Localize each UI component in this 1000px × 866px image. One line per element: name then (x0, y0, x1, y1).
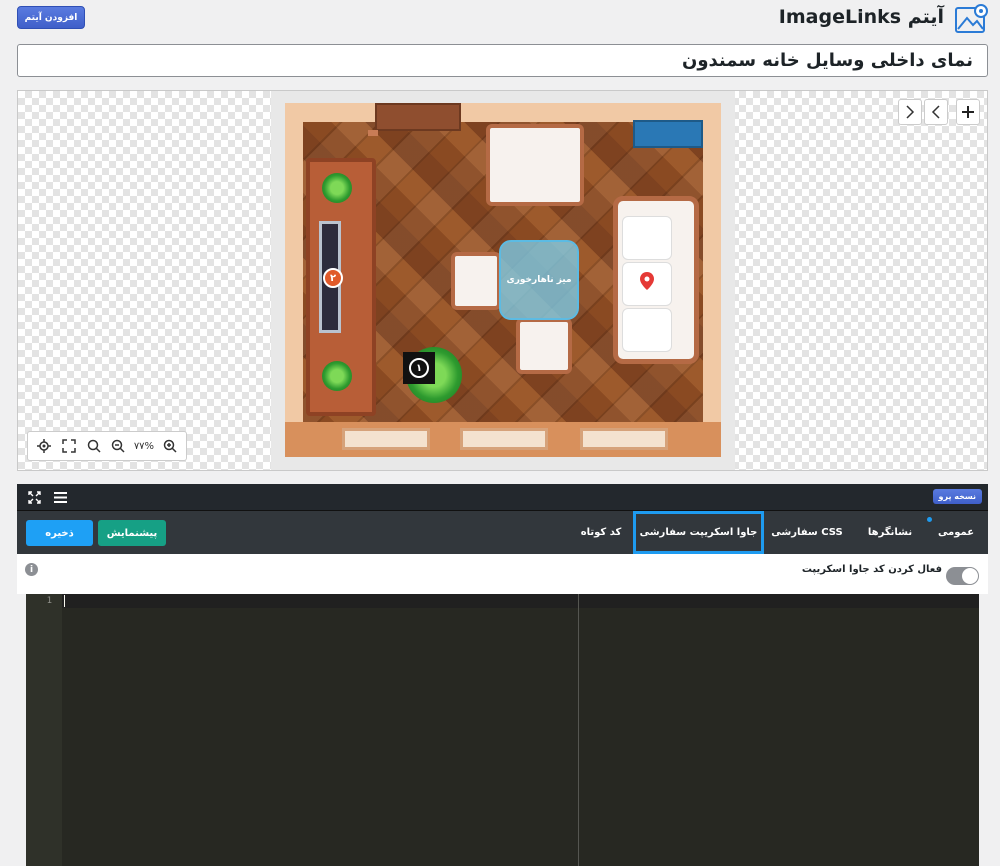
plus-icon[interactable] (956, 99, 980, 125)
marker-label: ۱ (409, 358, 429, 378)
line-number: 1 (46, 596, 52, 606)
print-margin (578, 594, 579, 866)
hotspot-dining-table[interactable]: میز ناهارخوری (499, 240, 579, 320)
plant-icon (322, 361, 352, 391)
tab-label: جاوا اسکریپت سفارشی (639, 527, 758, 538)
bookshelf (633, 120, 703, 148)
fullscreen-icon[interactable] (60, 437, 78, 455)
sofa-cushion (622, 308, 672, 352)
panel-header: نسخه پرو (17, 484, 988, 511)
locate-icon[interactable] (35, 437, 53, 455)
marker-label: ۲ (329, 272, 337, 284)
armchair (486, 124, 584, 206)
pro-version-badge[interactable]: نسخه پرو (932, 489, 982, 504)
settings-tab-bar: ذخیره پیشنمایش عمومی نشانگرها CSS سفارشی… (17, 511, 988, 554)
plant-icon (322, 173, 352, 203)
expand-icon[interactable] (26, 489, 42, 505)
rug (342, 428, 430, 450)
tab-label: CSS سفارشی (771, 527, 843, 538)
menu-icon[interactable] (52, 489, 68, 505)
dining-chair (516, 318, 572, 374)
image-toolbar: ۷۷% (27, 431, 187, 461)
hotspot-label: میز ناهارخوری (506, 275, 572, 285)
chevron-left-icon[interactable] (924, 99, 948, 125)
tab-general[interactable]: عمومی (931, 511, 981, 554)
active-line-highlight (62, 594, 979, 608)
js-toggle-label: فعال کردن کد جاوا اسکریپت (801, 564, 942, 575)
tab-label: عمومی (937, 527, 975, 538)
info-icon[interactable]: i (25, 563, 38, 576)
chevron-right-icon[interactable] (898, 99, 922, 125)
page-header: آیتم ImageLinks افزودن آیتم (0, 0, 1000, 40)
sofa-cushion (622, 216, 672, 260)
marker-2[interactable]: ۲ (323, 268, 343, 288)
zoom-in-icon[interactable] (161, 437, 179, 455)
marker-1[interactable]: ۱ (403, 352, 435, 384)
js-enable-toggle[interactable] (946, 567, 979, 585)
js-toggle-row: i فعال کردن کد جاوا اسکریپت (17, 554, 988, 594)
page-title: آیتم ImageLinks (778, 6, 944, 28)
rug (460, 428, 548, 450)
tab-custom-css[interactable]: CSS سفارشی (762, 511, 852, 554)
image-links-logo-icon (955, 4, 988, 33)
save-button[interactable]: ذخیره (26, 520, 93, 546)
canvas-nav (898, 99, 980, 125)
wall-switch (368, 130, 378, 136)
door (375, 103, 461, 131)
search-icon[interactable] (85, 437, 103, 455)
tab-label: کد کوتاه (580, 527, 622, 538)
text-cursor (64, 595, 65, 607)
tab-custom-javascript[interactable]: جاوا اسکریپت سفارشی (633, 511, 764, 554)
js-code-editor[interactable]: 1 (26, 594, 979, 866)
tab-markers[interactable]: نشانگرها (857, 511, 923, 554)
item-title-input[interactable] (17, 44, 988, 77)
tab-shortcode[interactable]: کد کوتاه (572, 511, 630, 554)
tab-label: نشانگرها (867, 527, 913, 538)
editor-gutter: 1 (26, 594, 62, 866)
zoom-out-icon[interactable] (109, 437, 127, 455)
add-item-button[interactable]: افزودن آیتم (17, 6, 85, 29)
zoom-level: ۷۷% (133, 440, 155, 452)
map-pin-icon[interactable] (640, 272, 654, 290)
dining-chair (451, 252, 501, 310)
rug (580, 428, 668, 450)
preview-button[interactable]: پیشنمایش (98, 520, 166, 546)
tab-indicator-dot (927, 517, 932, 522)
